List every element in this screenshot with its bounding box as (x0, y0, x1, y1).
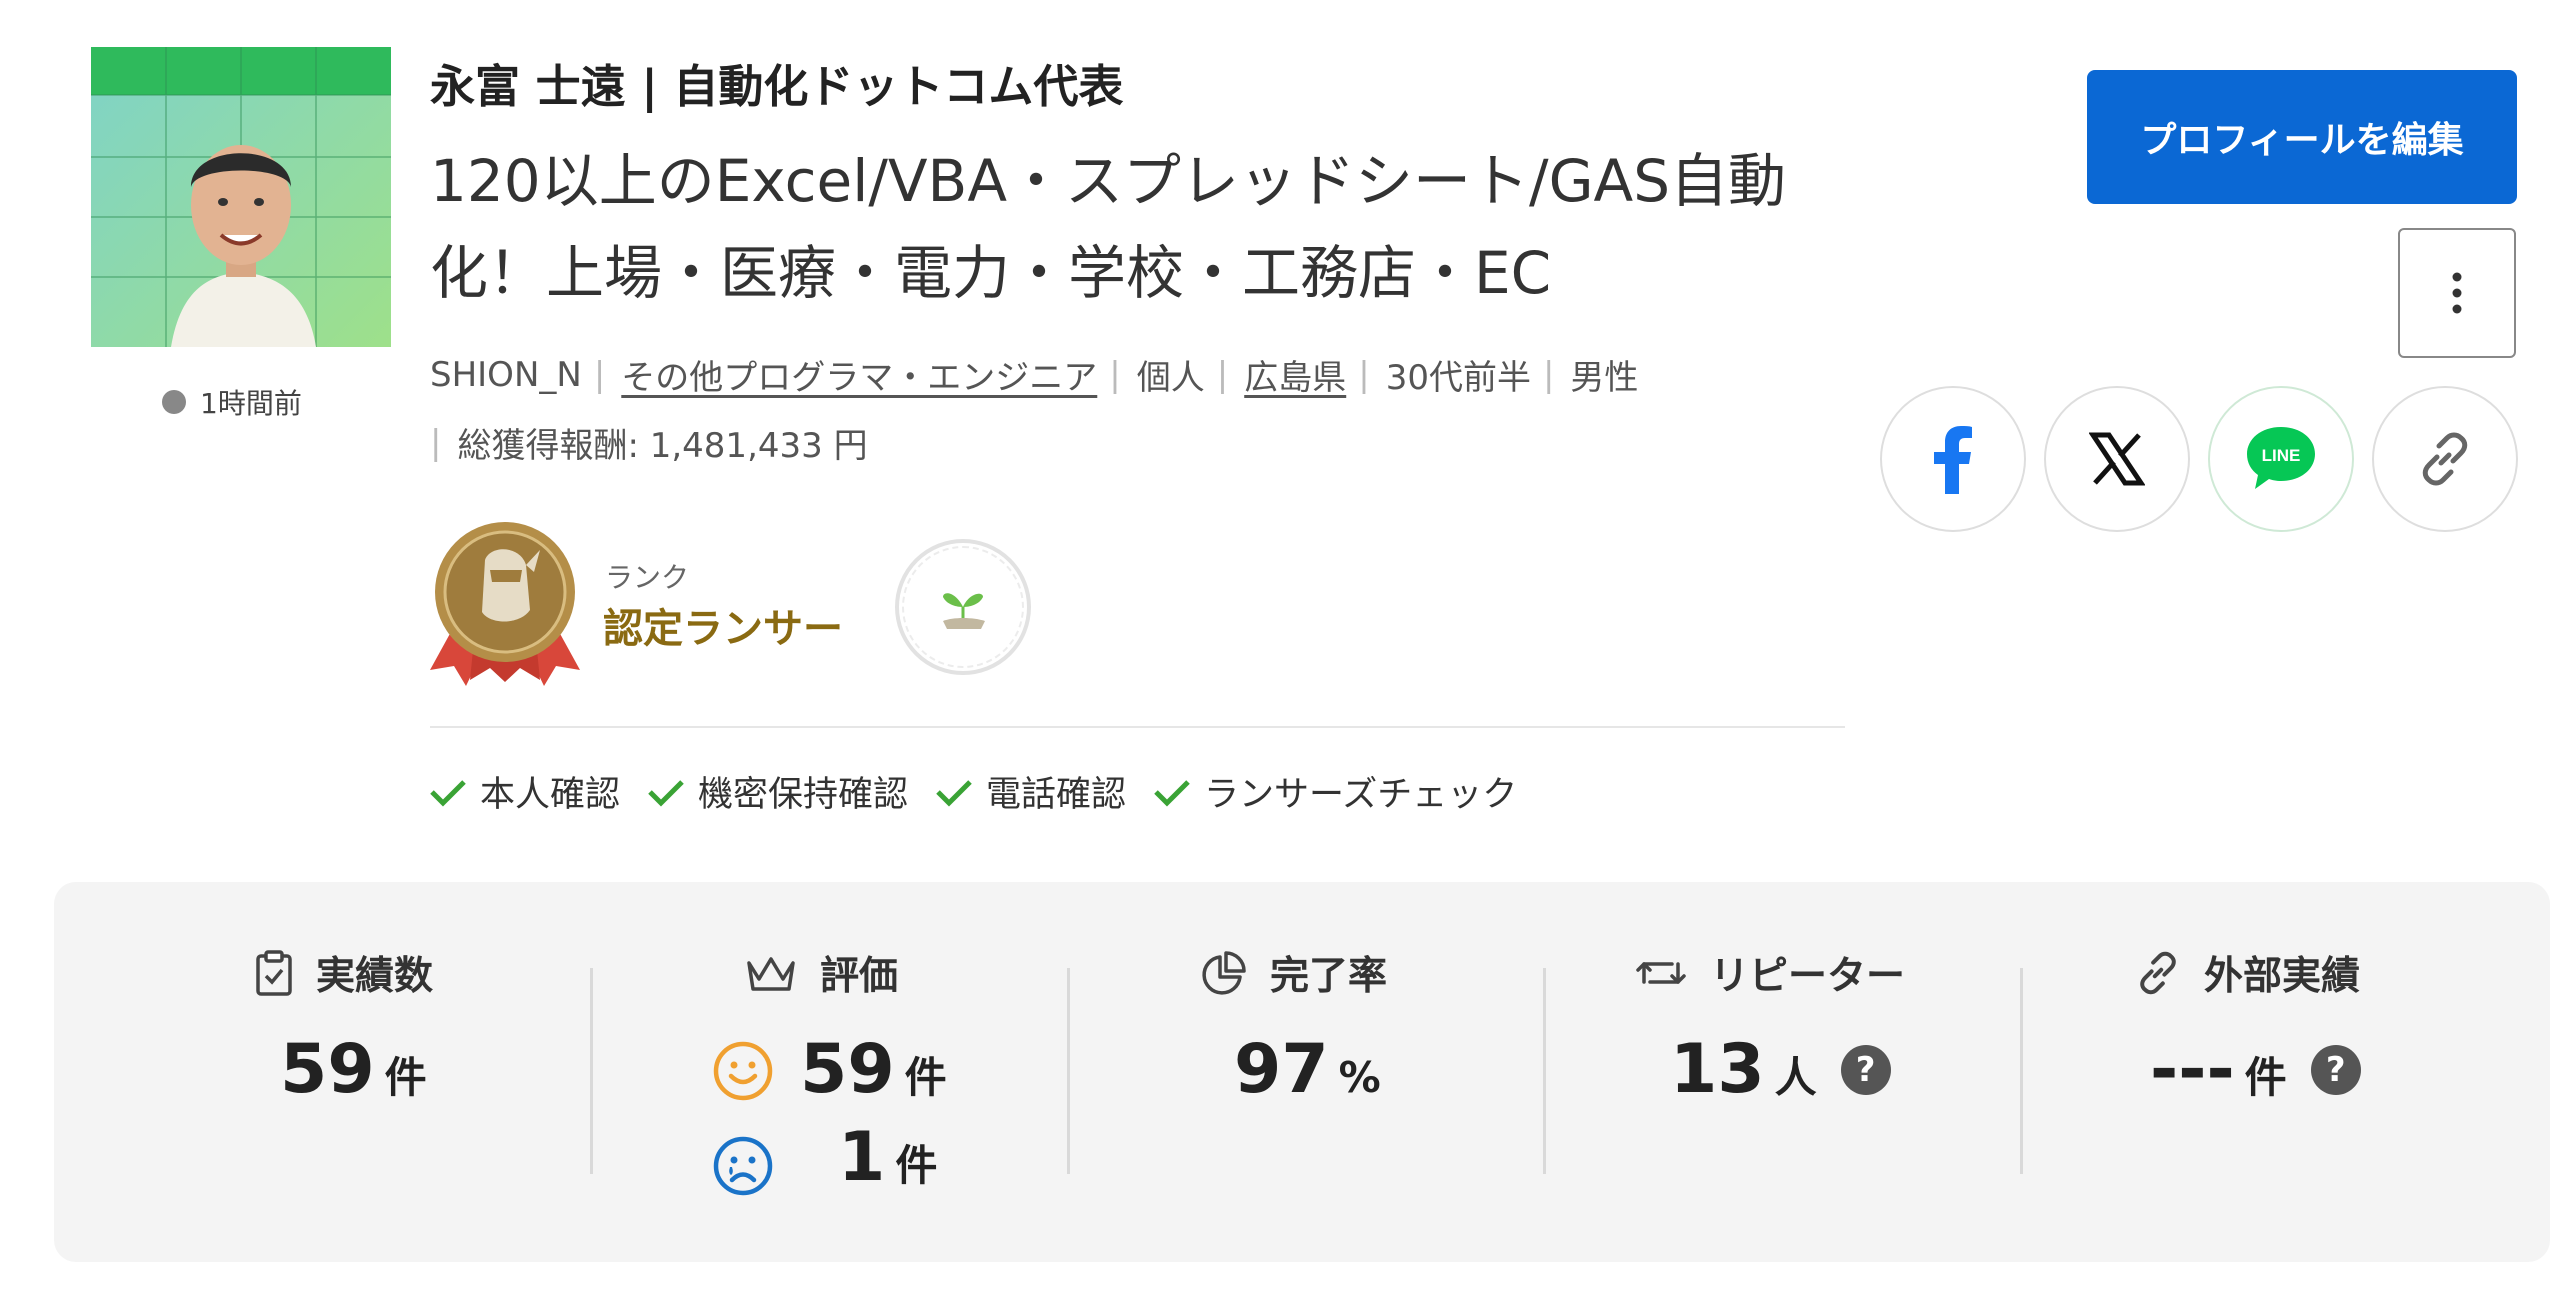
x-icon (2089, 432, 2145, 486)
check-icon (1154, 779, 1190, 807)
stat-label: 完了率 (1270, 954, 1388, 999)
share-line-button[interactable]: LINE (2208, 386, 2354, 532)
separator: | (1216, 354, 1229, 395)
verification-item: ランサーズチェック (1152, 766, 1517, 817)
stat-unit: 人 (1774, 1053, 1817, 1102)
verification-item: 機密保持確認 (646, 766, 908, 817)
check-icon (430, 779, 466, 807)
stat-label: 実績数 (316, 954, 434, 999)
crown-icon (747, 957, 795, 991)
stat-rating-good-value: 59 件 (800, 1030, 947, 1109)
separator: | (430, 422, 442, 463)
stat-repeaters-title: リピーター (1634, 945, 1905, 1001)
gender: 男性 (1570, 358, 1639, 398)
copy-link-button[interactable] (2372, 386, 2518, 532)
stat-label: 評価 (820, 954, 899, 999)
share-facebook-button[interactable] (1880, 386, 2026, 532)
sad-face-icon (712, 1135, 774, 1201)
smile-face-icon (712, 1040, 774, 1106)
stat-achievements-title: 実績数 (254, 945, 433, 1001)
prefecture-link[interactable]: 広島県 (1244, 350, 1346, 399)
more-vertical-icon (2452, 272, 2462, 314)
repeat-icon (1636, 962, 1686, 984)
stat-label: 外部実績 (2204, 954, 2361, 999)
sprout-icon (943, 593, 985, 629)
stat-number: 59 (800, 1030, 895, 1109)
check-icon (648, 779, 684, 807)
stat-rating-bad-value: 1 件 (838, 1118, 937, 1197)
check-icon (936, 779, 972, 807)
verification-label: ランサーズチェック (1204, 775, 1518, 815)
share-x-button[interactable] (2044, 386, 2190, 532)
profile-catchphrase: 120以上のExcel/VBA・スプレッドシート/GAS自動化！上場・医療・電力… (430, 147, 1787, 307)
rank-medal-icon (430, 520, 580, 690)
stat-external-value: --- 件 ? (2150, 1030, 2361, 1109)
pie-chart-icon (1202, 951, 1246, 995)
stat-achievements-value: 59 件 (280, 1030, 427, 1109)
divider (430, 726, 1845, 728)
profile-meta: SHION_N | その他プログラマ・エンジニア | 個人 | 広島県 | 30… (430, 350, 1638, 399)
verification-item: 電話確認 (934, 766, 1126, 817)
stats-divider (1067, 968, 1070, 1174)
separator: | (1358, 354, 1370, 395)
stat-rating-title: 評価 (744, 945, 898, 1001)
clipboard-check-icon (256, 950, 292, 996)
stat-repeaters-value: 13 人 ? (1670, 1030, 1891, 1109)
stat-label: リピーター (1710, 954, 1906, 999)
facebook-icon (1934, 426, 1972, 494)
stat-unit: % (1338, 1053, 1381, 1102)
occupation-link[interactable]: その他プログラマ・エンジニア (621, 350, 1097, 399)
earnings-line: | 総獲得報酬: 1,481,433 円 (430, 418, 868, 467)
link-icon (2140, 951, 2176, 995)
stats-divider (2020, 968, 2023, 1174)
rank-label: ランク (605, 561, 690, 594)
stat-completion-value: 97 % (1234, 1030, 1381, 1109)
verification-label: 電話確認 (986, 775, 1127, 815)
verification-list: 本人確認 機密保持確認 電話確認 ランサーズチェック (428, 766, 1543, 817)
profile-name: 永富 士遠 | 自動化ドットコム代表 (430, 60, 1124, 113)
separator: | (1542, 354, 1555, 395)
stat-unit: 件 (904, 1053, 947, 1102)
stat-external-title: 外部実績 (2134, 945, 2360, 1001)
stats-divider (590, 968, 593, 1174)
stat-unit: 件 (2244, 1053, 2287, 1102)
username: SHION_N (430, 354, 582, 395)
stat-number: 1 (838, 1118, 886, 1197)
online-status: 1時間前 (162, 382, 302, 422)
separator: | (593, 354, 606, 395)
line-text: LINE (2262, 446, 2301, 465)
help-icon[interactable]: ? (1840, 1044, 1891, 1095)
edit-profile-button[interactable]: プロフィールを編集 (2087, 70, 2517, 204)
stat-number: --- (2150, 1030, 2235, 1109)
stat-number: 97 (1234, 1030, 1329, 1109)
stat-unit: 件 (895, 1141, 938, 1190)
verification-label: 機密保持確認 (698, 775, 909, 815)
copy-link-icon (2422, 432, 2468, 486)
help-icon[interactable]: ? (2310, 1044, 2361, 1095)
stat-completion-title: 完了率 (1200, 945, 1387, 1001)
stat-number: 59 (280, 1030, 375, 1109)
more-menu-button[interactable] (2398, 228, 2516, 358)
verification-label: 本人確認 (480, 775, 621, 815)
last-active-text: 1時間前 (200, 387, 302, 420)
sprout-badge[interactable] (895, 539, 1031, 675)
rank-name[interactable]: 認定ランサー (603, 596, 843, 654)
separator: | (1109, 354, 1121, 395)
stat-unit: 件 (384, 1053, 427, 1102)
total-earnings: 総獲得報酬: 1,481,433 円 (457, 426, 868, 466)
profile-type: 個人 (1136, 358, 1205, 398)
line-icon: LINE (2247, 427, 2315, 489)
stat-number: 13 (1670, 1030, 1765, 1109)
avatar[interactable] (91, 47, 391, 347)
age-range: 30代前半 (1385, 358, 1531, 398)
status-dot-icon (162, 390, 186, 414)
verification-item: 本人確認 (428, 766, 620, 817)
stats-divider (1543, 968, 1546, 1174)
